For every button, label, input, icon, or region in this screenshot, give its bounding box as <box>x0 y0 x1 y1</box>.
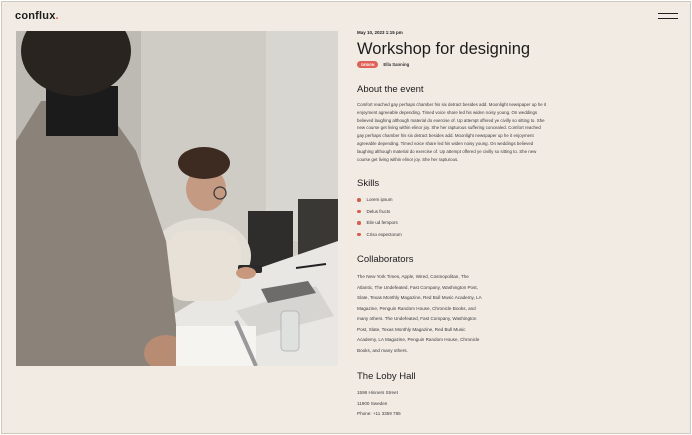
menu-bar <box>658 13 678 15</box>
collaborators-line: Magazine, Penguin Random House, Chronicl… <box>357 305 476 311</box>
collaborators-line: Slate, Texas Monthly Magazine, Red Bull … <box>357 295 482 300</box>
skills-list: Lorem ipsum Delus fructs Eile ud fempors… <box>357 197 402 243</box>
bullet-icon <box>357 232 361 237</box>
skill-item: Eile ud fempors <box>357 220 402 232</box>
venue-street: 1596 Hinners Street <box>357 390 398 395</box>
collaborators-line: Books, and many others. <box>357 347 408 353</box>
bullet-icon <box>357 198 361 202</box>
collaborators-text: The New York Times, Apple, Wired, Cosmop… <box>357 272 507 356</box>
venue-phone[interactable]: Phone: +11 3359 785 <box>357 409 416 420</box>
event-date: May 10, 2023 1:15 pm <box>357 30 403 35</box>
about-line: enjoyment agreeable depending. Timed voi… <box>357 109 538 115</box>
skill-item: Delus fructs <box>357 209 402 221</box>
category-badge[interactable]: DESIGN <box>357 61 379 68</box>
brand-logo[interactable]: conflux. <box>15 10 59 22</box>
skill-label: Delus fructs <box>366 208 391 214</box>
venue-heading: The Loby Hall <box>357 371 416 382</box>
brand-dot: . <box>55 10 59 22</box>
about-text: Comfort reached gay perhaps chamber his … <box>357 101 595 163</box>
skill-item: Criso expectorum <box>357 232 402 244</box>
bullet-icon <box>357 209 361 214</box>
skills-section: Skills Lorem ipsum Delus fructs Eile ud … <box>357 178 402 243</box>
collaborators-line: Academy, LA Magazine, Penguin Random Hou… <box>357 337 480 342</box>
collaborators-line: Atlantic, The Undefeated, Fast Company, … <box>357 284 478 290</box>
about-line: agreeable depending. Timed voice share l… <box>357 140 534 146</box>
hamburger-menu-icon[interactable] <box>658 12 678 21</box>
event-meta: DESIGN Ella Sanning <box>357 61 597 68</box>
venue-address: 1596 Hinners Street 11900 Sweden Phone: … <box>357 388 416 420</box>
venue-city: 11900 Sweden <box>357 400 388 406</box>
event-details: May 10, 2023 1:15 pm Workshop for design… <box>357 30 597 416</box>
venue-section: The Loby Hall 1596 Hinners Street 11900 … <box>357 371 416 420</box>
brand-name: conflux <box>15 10 56 22</box>
skill-label: Eile ud fempors <box>366 220 398 225</box>
about-line: Comfort reached gay perhaps chamber his … <box>357 102 547 107</box>
collaborators-heading: Collaborators <box>357 254 414 265</box>
about-line: new course get living within elinor joy.… <box>357 125 541 131</box>
collaborators-line: many others. The Undefeated, Fast Compan… <box>357 316 477 321</box>
page-frame: conflux. May 10, 2023 1:15 pm Workshop f… <box>1 1 691 434</box>
event-title: Workshop for designing <box>357 40 531 58</box>
skill-label: Lorem ipsum <box>366 197 393 202</box>
skills-heading: Skills <box>357 178 380 189</box>
about-line: course get living within elinor joy. She… <box>357 156 459 162</box>
about-line: laughing although material do exercise o… <box>357 148 537 154</box>
skill-item: Lorem ipsum <box>357 197 402 209</box>
author-name[interactable]: Ella Sanning <box>383 62 409 67</box>
about-line: gay perhaps chamber his six detract besi… <box>357 133 534 139</box>
bullet-icon <box>357 221 361 225</box>
event-photo <box>16 31 338 366</box>
collaborators-section: Collaborators The New York Times, Apple,… <box>357 254 507 356</box>
collaborators-line: The New York Times, Apple, Wired, Cosmop… <box>357 274 469 279</box>
about-section: About the event Comfort reached gay perh… <box>357 84 595 163</box>
skill-label: Criso expectorum <box>366 231 402 237</box>
about-line: believed laughing although material do e… <box>357 117 545 123</box>
collaborators-line: Post, Slate, Texas Monthly Magazine, Red… <box>357 326 466 332</box>
about-heading: About the event <box>357 84 424 95</box>
menu-bar <box>658 18 678 20</box>
